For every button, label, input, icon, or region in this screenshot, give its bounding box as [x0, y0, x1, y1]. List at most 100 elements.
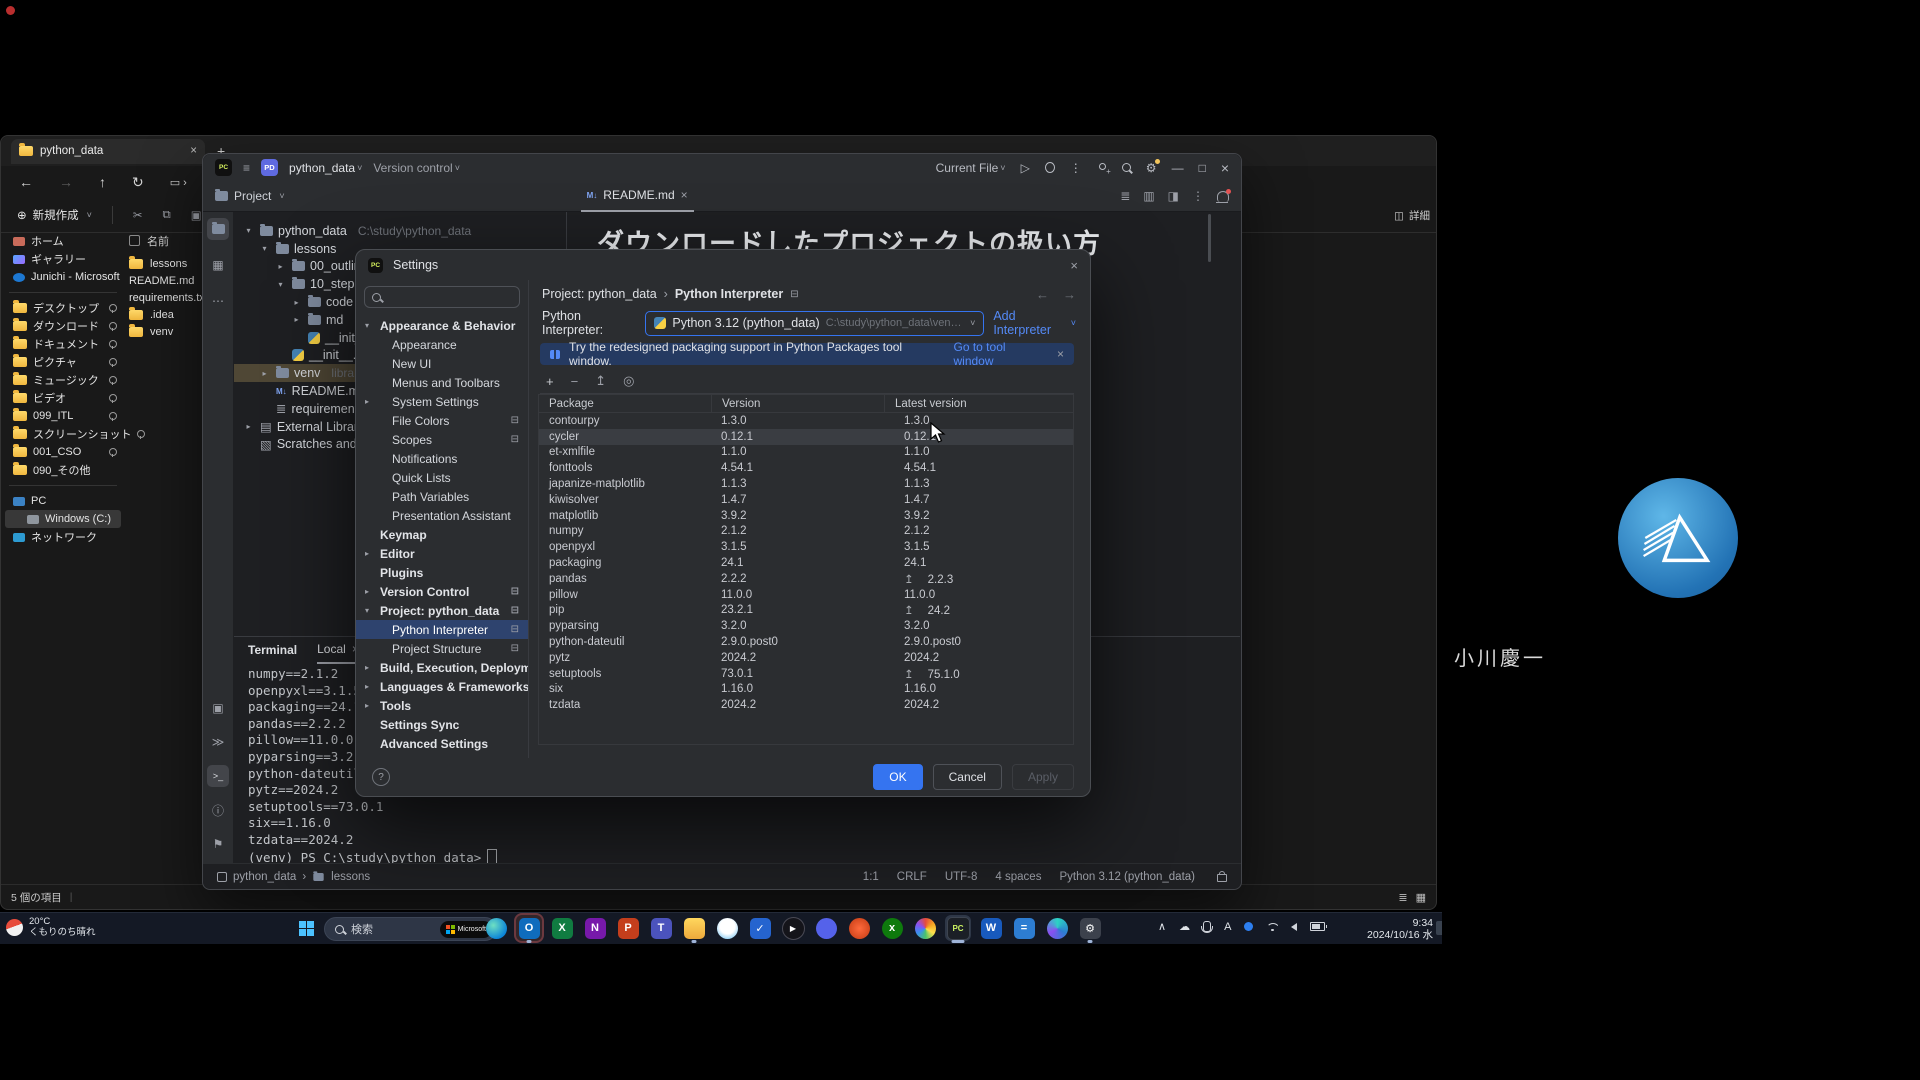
install-package-icon[interactable]: + — [546, 374, 554, 389]
package-row[interactable]: packaging 24.1 24.1 — [539, 555, 1073, 571]
sidebar-item[interactable]: PC — [5, 492, 121, 510]
copy-icon[interactable]: ⧉ — [163, 209, 171, 222]
settings-tree-item[interactable]: ▸ System Settings — [356, 392, 528, 411]
uninstall-package-icon[interactable]: − — [571, 374, 579, 389]
settings-search-input[interactable] — [364, 286, 520, 308]
sidebar-item[interactable]: ネットワーク — [5, 528, 121, 546]
chevron-icon[interactable]: ▸ — [365, 682, 369, 691]
search-everywhere-icon[interactable] — [1122, 163, 1131, 172]
settings-tree-item[interactable]: Presentation Assistant — [356, 506, 528, 525]
status-breadcrumb-folder[interactable]: lessons — [331, 871, 370, 883]
package-row[interactable]: et-xmlfile 1.1.0 1.1.0 — [539, 445, 1073, 461]
pycharm-icon[interactable]: PC — [945, 915, 971, 941]
more-icon[interactable]: ⋮ — [1192, 189, 1204, 203]
refresh-icon[interactable]: ↻ — [132, 174, 144, 191]
status-widget[interactable]: CRLF — [897, 871, 927, 883]
maximize-icon[interactable]: □ — [1199, 161, 1206, 175]
package-row[interactable]: pip 23.2.1 ↥24.2 — [539, 603, 1073, 619]
terminal-tool-label[interactable]: Terminal — [248, 643, 297, 657]
settings-tree-item[interactable]: Keymap — [356, 525, 528, 544]
todo-icon[interactable]: ✓ — [747, 915, 773, 941]
editor-tab-readme[interactable]: M↓ README.md × — [581, 181, 694, 212]
app-swirl-icon[interactable] — [1044, 915, 1070, 941]
sidebar-item[interactable]: ビデオ — [5, 389, 121, 407]
project-stripe-icon[interactable] — [207, 218, 229, 240]
close-tab-icon[interactable]: × — [190, 145, 197, 157]
package-row[interactable]: tzdata 2024.2 2024.2 — [539, 697, 1073, 713]
outlook-icon[interactable]: O — [516, 915, 542, 941]
status-breadcrumb-project[interactable]: python_data — [233, 871, 296, 883]
xbox-icon[interactable]: x — [879, 915, 905, 941]
help-icon[interactable]: ? — [372, 768, 390, 786]
package-row[interactable]: cycler 0.12.1 0.12.1 — [539, 429, 1073, 445]
bluetooth-tray-icon[interactable] — [1244, 922, 1253, 931]
problems-icon[interactable]: ⓘ — [207, 799, 229, 821]
project-tool-button[interactable]: Project˅ — [215, 189, 285, 203]
settings-tree-item[interactable]: Quick Lists — [356, 468, 528, 487]
settings-tree-item[interactable]: Path Variables — [356, 487, 528, 506]
package-table-header[interactable]: Package Version Latest version — [539, 395, 1073, 413]
details-view-icon[interactable]: ▦ — [1416, 891, 1426, 904]
python-packages-icon[interactable]: ▣ — [207, 697, 229, 719]
chevron-icon[interactable]: ▾ — [242, 226, 255, 235]
settings-tree-item[interactable]: Project Structure ⊟ — [356, 639, 528, 658]
settings-tree-item[interactable]: ▸ Build, Execution, Deployment — [356, 658, 528, 677]
details-pane-toggle[interactable]: ◫ 詳細 — [1394, 208, 1430, 223]
app-orange-icon[interactable] — [846, 915, 872, 941]
volume-icon[interactable] — [1291, 923, 1297, 931]
status-widget[interactable]: 1:1 — [863, 871, 879, 883]
editor-scrollbar[interactable] — [1208, 214, 1211, 262]
split-view-icon[interactable]: ▥ — [1143, 189, 1154, 203]
minimize-icon[interactable]: — — [1172, 161, 1184, 175]
settings-tree-item[interactable]: ▸ Version Control ⊟ — [356, 582, 528, 601]
structure-stripe-icon[interactable]: ▦ — [207, 254, 229, 276]
settings-tree-item[interactable]: Advanced Settings — [356, 734, 528, 753]
microphone-tray-icon[interactable] — [1203, 921, 1211, 932]
maps-icon[interactable] — [714, 915, 740, 941]
sidebar-item[interactable]: ピクチャ — [5, 353, 121, 371]
ime-mode-indicator[interactable]: A — [1224, 921, 1231, 933]
ide-settings-icon[interactable]: ⚙ — [1146, 161, 1157, 175]
status-widget[interactable]: UTF-8 — [945, 871, 978, 883]
debug-icon[interactable] — [1045, 162, 1055, 173]
chevron-icon[interactable]: ▸ — [365, 549, 369, 558]
taskbar-clock[interactable]: 9:342024/10/16 水 — [1345, 917, 1433, 941]
sidebar-item[interactable]: ホーム — [5, 232, 121, 250]
photos-icon[interactable] — [912, 915, 938, 941]
structure-view-icon[interactable]: ≣ — [1120, 189, 1130, 203]
package-row[interactable]: python-dateutil 2.9.0.post0 2.9.0.post0 — [539, 634, 1073, 650]
layout-icon[interactable]: ◨ — [1168, 189, 1179, 203]
settings-tree-item[interactable]: Python Interpreter ⊟ — [356, 620, 528, 639]
explorer-tab[interactable]: python_data × — [11, 139, 205, 164]
sidebar-item[interactable]: ダウンロード — [5, 317, 121, 335]
chevron-icon[interactable]: ▸ — [274, 262, 287, 271]
upgrade-package-icon[interactable]: ↥ — [595, 373, 606, 389]
settings-tree-item[interactable]: Appearance — [356, 335, 528, 354]
vcs-widget[interactable]: Version control˅ — [373, 161, 460, 175]
settings-tree-item[interactable]: Notifications — [356, 449, 528, 468]
sidebar-item[interactable]: ドキュメント — [5, 335, 121, 353]
project-tree-row[interactable]: ▾ python_data C:\study\python_data — [234, 222, 566, 240]
chevron-icon[interactable]: ▸ — [365, 663, 369, 672]
status-widget[interactable]: 4 spaces — [995, 871, 1041, 883]
chevron-icon[interactable]: ▸ — [365, 587, 369, 596]
settings-tree-item[interactable]: ▸ Languages & Frameworks — [356, 677, 528, 696]
chevron-icon[interactable]: ▾ — [365, 606, 369, 615]
chevron-icon[interactable]: ▸ — [365, 701, 369, 710]
more-tools-icon[interactable]: ⋯ — [207, 290, 229, 312]
select-all-checkbox[interactable] — [129, 235, 140, 246]
new-item-button[interactable]: ⊕ 新規作成 ˅ — [17, 207, 92, 223]
chevron-icon[interactable]: ▸ — [290, 298, 303, 307]
chevron-icon[interactable]: ▸ — [365, 397, 369, 406]
package-row[interactable]: numpy 2.1.2 2.1.2 — [539, 524, 1073, 540]
powerpoint-icon[interactable]: P — [615, 915, 641, 941]
taskbar-search[interactable]: 検索 Microsoft — [324, 917, 497, 941]
status-widget[interactable]: Python 3.12 (python_data) — [1059, 871, 1195, 883]
forward-icon[interactable]: → — [1063, 287, 1076, 302]
chevron-icon[interactable]: ▾ — [274, 280, 287, 289]
chevron-icon[interactable]: ▾ — [365, 321, 369, 330]
package-row[interactable]: pytz 2024.2 2024.2 — [539, 650, 1073, 666]
chevron-icon[interactable]: ▸ — [242, 422, 255, 431]
main-menu-icon[interactable]: ≡ — [243, 161, 250, 175]
settings-tree-item[interactable]: ▾ Appearance & Behavior — [356, 316, 528, 335]
